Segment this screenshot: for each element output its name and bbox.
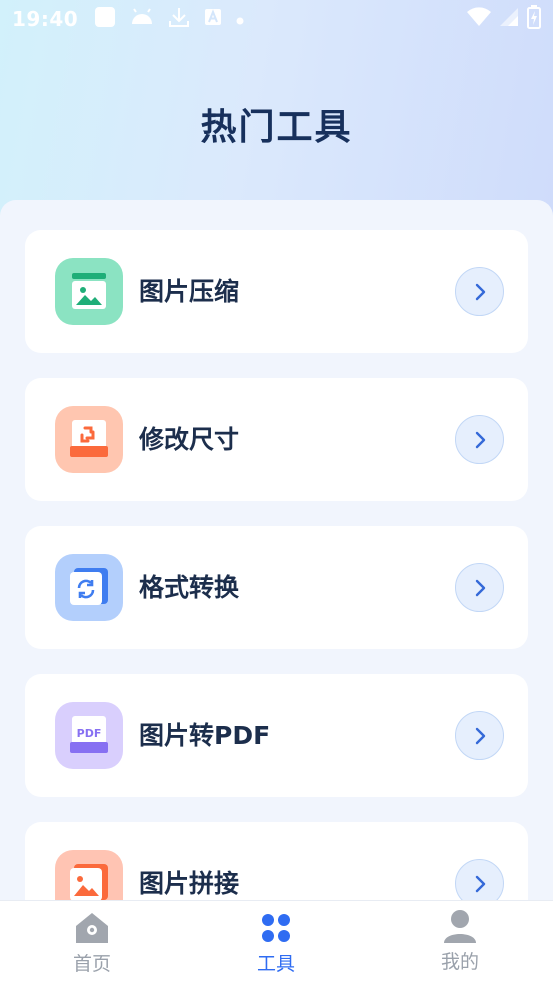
chevron-right-icon[interactable] (455, 267, 504, 316)
tool-label: 格式转换 (139, 573, 240, 602)
resize-icon (55, 406, 123, 473)
tool-label: 图片拼接 (139, 869, 240, 898)
pdf-icon: PDF (55, 702, 123, 769)
tool-card-image-to-pdf[interactable]: PDF 图片转PDF (25, 674, 528, 797)
android-icon (130, 8, 154, 30)
tool-list: 图片压缩 修改尺寸 格式转换 PDF 图片转PDF 图片拼接 (0, 200, 553, 900)
chevron-right-icon[interactable] (455, 859, 504, 900)
nav-label: 我的 (440, 951, 479, 973)
wifi-icon (467, 7, 491, 31)
status-bar: 19:40 (0, 0, 553, 38)
signal-icon (499, 7, 519, 31)
grid-icon (260, 909, 292, 947)
tool-label: 修改尺寸 (139, 425, 240, 454)
chevron-right-icon[interactable] (455, 415, 504, 464)
format-convert-icon (55, 554, 123, 621)
home-icon (73, 909, 111, 947)
pdf-badge-text: PDF (77, 727, 102, 740)
status-time: 19:40 (12, 7, 79, 31)
tool-label: 图片转PDF (139, 721, 271, 750)
nav-label: 工具 (256, 953, 295, 975)
battery-icon (527, 5, 541, 33)
a-box-icon (204, 8, 222, 30)
chevron-right-icon[interactable] (455, 563, 504, 612)
tool-label: 图片压缩 (139, 277, 240, 306)
tool-card-image-compress[interactable]: 图片压缩 (25, 230, 528, 353)
image-stitch-icon (55, 850, 123, 900)
tool-card-format-convert[interactable]: 格式转换 (25, 526, 528, 649)
nav-item-me[interactable]: 我的 (368, 901, 552, 984)
nav-item-tools[interactable]: 工具 (184, 901, 368, 984)
chevron-right-icon[interactable] (455, 711, 504, 760)
tool-card-resize[interactable]: 修改尺寸 (25, 378, 528, 501)
nav-label: 首页 (72, 953, 111, 975)
user-icon (442, 907, 478, 945)
square-icon (94, 6, 116, 32)
download-icon (168, 6, 190, 32)
page-title: 热门工具 (200, 107, 353, 148)
bottom-nav: 首页 工具 我的 (0, 900, 553, 984)
image-compress-icon (55, 258, 123, 325)
dot-icon (236, 10, 244, 29)
nav-item-home[interactable]: 首页 (0, 901, 184, 984)
tool-card-image-stitch[interactable]: 图片拼接 (25, 822, 528, 900)
